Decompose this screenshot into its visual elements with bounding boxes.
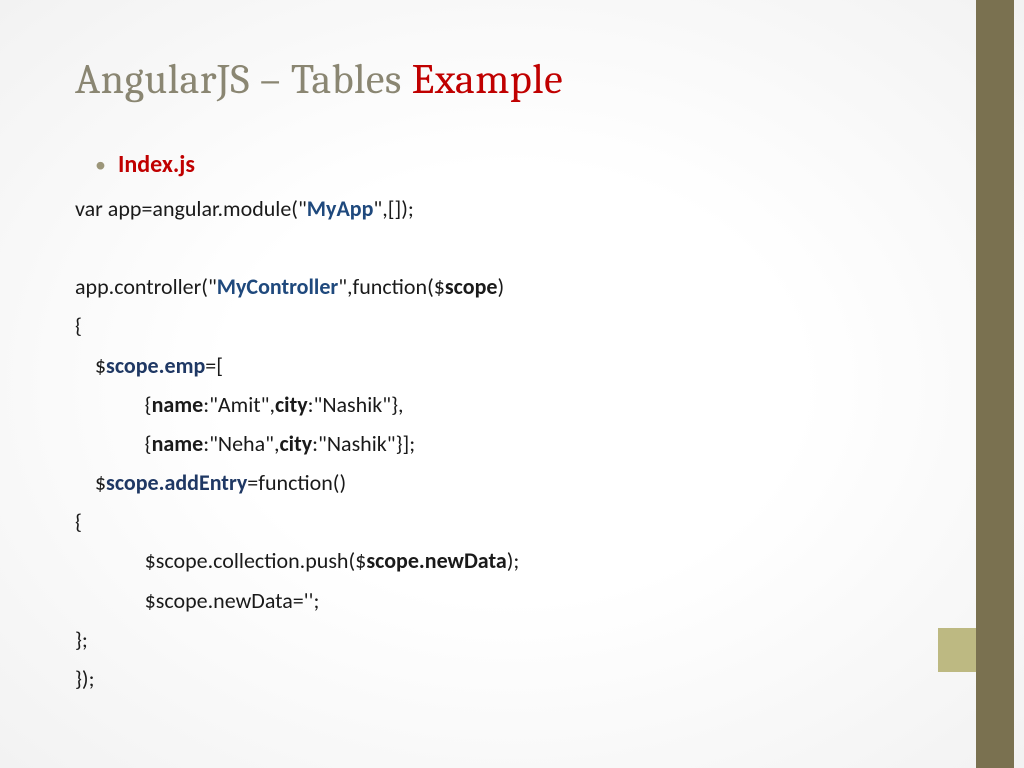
code-bold: name [152, 391, 204, 418]
code-text: :"Nashik"}]; [312, 430, 415, 457]
code-text: }; [75, 626, 88, 653]
title-accent: Example [412, 55, 564, 104]
bullet-item: • Index.js [75, 150, 935, 179]
slide-accent-bar-dark [976, 0, 1014, 768]
code-bold: city [275, 391, 308, 418]
code-navy: scope.emp [106, 352, 205, 379]
code-text: ); [507, 547, 520, 574]
code-text: app.controller(" [75, 273, 217, 300]
code-text: $ [75, 352, 106, 379]
code-text: ",function($ [338, 273, 445, 300]
code-text: { [75, 391, 152, 418]
code-text: :"Neha", [203, 430, 279, 457]
slide-title: AngularJS – Tables Example [75, 55, 935, 104]
code-bold: scope [445, 273, 498, 300]
code-text: { [75, 312, 82, 339]
code-block: var app=angular.module("MyApp",[]); app.… [75, 189, 935, 698]
code-text: =function() [247, 469, 346, 496]
code-bold: scope.newData [366, 547, 506, 574]
code-text: $scope.newData=''; [75, 587, 319, 614]
slide-accent-bar-light [938, 628, 976, 672]
code-keyword: MyApp [307, 195, 374, 222]
code-text: { [75, 430, 152, 457]
code-text: $scope.collection.push($ [75, 547, 366, 574]
slide-content: AngularJS – Tables Example • Index.js va… [75, 55, 935, 698]
code-text: :"Amit", [203, 391, 275, 418]
bullet-label: Index.js [118, 150, 195, 179]
code-text: }); [75, 665, 94, 692]
code-text: $ [75, 469, 106, 496]
code-text: :"Nashik"}, [308, 391, 404, 418]
code-text: =[ [205, 352, 223, 379]
bullet-icon: • [95, 154, 106, 176]
code-text: ) [498, 273, 505, 300]
code-text: var app=angular.module(" [75, 195, 307, 222]
title-prefix: AngularJS – Tables [75, 55, 412, 104]
code-bold: name [152, 430, 204, 457]
code-text: ",[]); [373, 195, 413, 222]
code-text: { [75, 508, 82, 535]
code-keyword: MyController [217, 273, 338, 300]
code-navy: scope.addEntry [106, 469, 247, 496]
code-bold: city [279, 430, 312, 457]
